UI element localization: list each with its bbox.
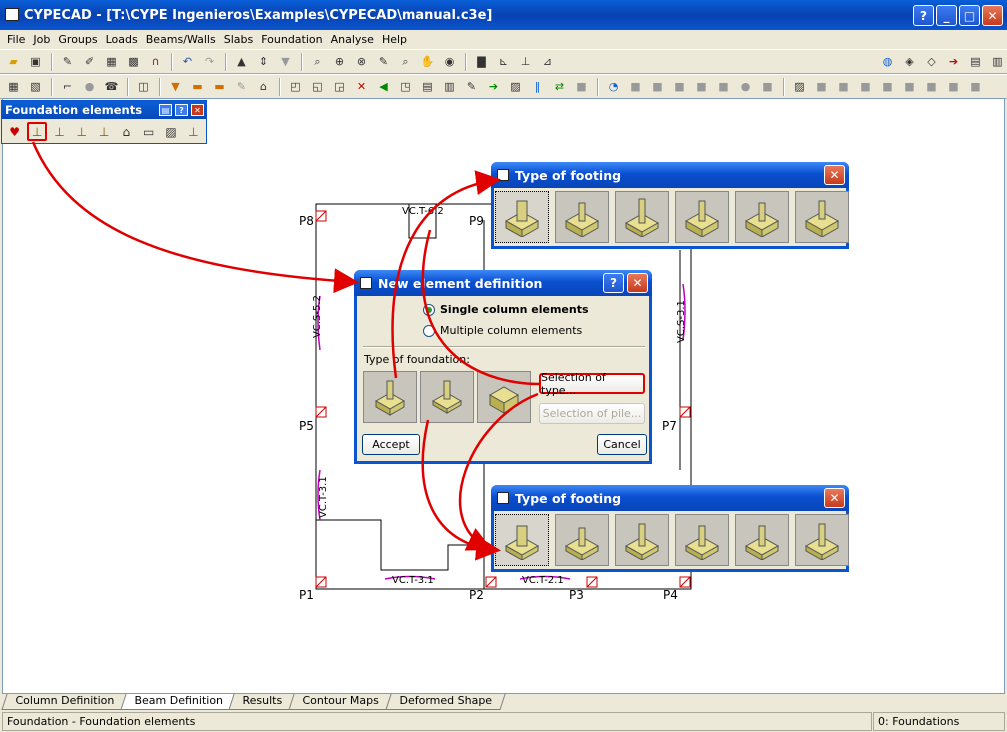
panel-close-icon[interactable]: ✕ — [191, 104, 204, 116]
dialog-icon — [497, 492, 509, 504]
panel-title-bar: Foundation elements ▤ ? ✕ — [2, 101, 206, 119]
radio-icon[interactable] — [423, 324, 435, 337]
view-tabs: Column Definition Beam Definition Result… — [1, 694, 505, 710]
column-label: P5 — [299, 419, 314, 433]
cancel-button[interactable]: Cancel — [597, 434, 647, 455]
tab-beam-definition[interactable]: Beam Definition — [120, 694, 237, 710]
single-column-option[interactable]: Single column elements — [423, 303, 589, 316]
beam-icon[interactable]: ▭ — [139, 122, 158, 141]
status-left: Foundation - Foundation elements — [7, 715, 196, 728]
close-icon[interactable]: ✕ — [824, 165, 845, 185]
column-label: P1 — [299, 588, 314, 602]
heart-icon[interactable]: ♥ — [5, 122, 24, 141]
footing-option[interactable] — [495, 191, 549, 243]
tab-contour-maps[interactable]: Contour Maps — [288, 694, 393, 710]
new-foundation-icon[interactable]: ⊥ — [27, 122, 47, 141]
footing-option[interactable] — [675, 191, 729, 243]
beam-label: VC.T-2.1 — [522, 575, 564, 586]
radio-selected-icon[interactable] — [423, 303, 435, 316]
footing-option[interactable] — [735, 191, 789, 243]
delete-foundation-icon[interactable]: ⊥ — [72, 122, 91, 141]
dialog-title: Type of footing — [515, 167, 622, 183]
multiple-label: Multiple column elements — [440, 324, 583, 337]
move-foundation-icon[interactable]: ⊥ — [94, 122, 113, 141]
panel-help-icon[interactable]: ? — [175, 104, 188, 116]
column-label: P3 — [569, 588, 584, 602]
selection-of-type-button[interactable]: Selection of type... — [539, 371, 645, 397]
beam-label: VC.S-3.1 — [676, 300, 687, 343]
close-icon[interactable]: ✕ — [824, 488, 845, 508]
column-label: P9 — [469, 214, 484, 228]
copy-icon[interactable]: ▨ — [161, 122, 180, 141]
dialog-icon — [360, 277, 372, 289]
column-label: P8 — [299, 214, 314, 228]
footing-type-icon[interactable] — [420, 371, 474, 423]
footing-option[interactable] — [555, 514, 609, 566]
tab-deformed-shape[interactable]: Deformed Shape — [384, 694, 505, 710]
footing-option[interactable] — [675, 514, 729, 566]
dialog-title-bar: New element definition ? ✕ — [354, 270, 652, 296]
panel-menu-icon[interactable]: ▤ — [159, 104, 172, 116]
dialog-title: New element definition — [378, 275, 543, 291]
tab-results[interactable]: Results — [228, 694, 296, 710]
beam-label: VC.T-3.1 — [392, 575, 434, 586]
footing-option[interactable] — [795, 514, 849, 566]
single-label: Single column elements — [440, 303, 589, 316]
multiple-column-option[interactable]: Multiple column elements — [423, 324, 582, 337]
type-label: Type of foundation: — [364, 353, 470, 366]
new-element-dialog: New element definition ? ✕ Single column… — [354, 270, 652, 464]
status-group: 0: Foundations — [873, 712, 1005, 731]
accept-button[interactable]: Accept — [362, 434, 420, 455]
dialog-title-bar: Type of footing ✕ — [491, 485, 849, 511]
help-icon[interactable]: ? — [603, 273, 624, 293]
column-label: P4 — [663, 588, 678, 602]
status-text: Foundation - Foundation elements — [2, 712, 872, 731]
footing-type-icon[interactable] — [363, 371, 417, 423]
column-label: P2 — [469, 588, 484, 602]
dialog-icon — [497, 169, 509, 181]
dialog-title-bar: Type of footing ✕ — [491, 162, 849, 188]
dialog-title: Type of footing — [515, 490, 622, 506]
column-label: P7 — [662, 419, 677, 433]
footing-option[interactable] — [615, 191, 669, 243]
foundation-icon[interactable]: ⊥ — [184, 122, 203, 141]
beam-label: VC.S-5.2 — [312, 295, 323, 338]
selection-of-pile-button[interactable]: Selection of pile... — [539, 403, 645, 424]
type-of-footing-dialog: Type of footing ✕ — [491, 162, 849, 249]
edit-foundation-icon[interactable]: ⊥ — [50, 122, 69, 141]
footing-option[interactable] — [615, 514, 669, 566]
footing-option[interactable] — [555, 191, 609, 243]
foundation-elements-panel: Foundation elements ▤ ? ✕ ♥ ⊥ ⊥ ⊥ ⊥ ⌂ ▭ … — [1, 100, 207, 144]
footing-option[interactable] — [795, 191, 849, 243]
lock-icon[interactable]: ⌂ — [117, 122, 136, 141]
footing-option[interactable] — [735, 514, 789, 566]
panel-title: Foundation elements — [5, 103, 143, 117]
beam-label: VC.T-6.2 — [402, 206, 444, 217]
pile-cap-icon[interactable] — [477, 371, 531, 423]
close-icon[interactable]: ✕ — [627, 273, 648, 293]
type-of-footing-dialog-2: Type of footing ✕ — [491, 485, 849, 572]
beam-label: VC.T-3.1 — [318, 476, 329, 518]
status-right: 0: Foundations — [878, 715, 960, 728]
footing-option[interactable] — [495, 514, 549, 566]
tab-column-definition[interactable]: Column Definition — [1, 694, 128, 710]
